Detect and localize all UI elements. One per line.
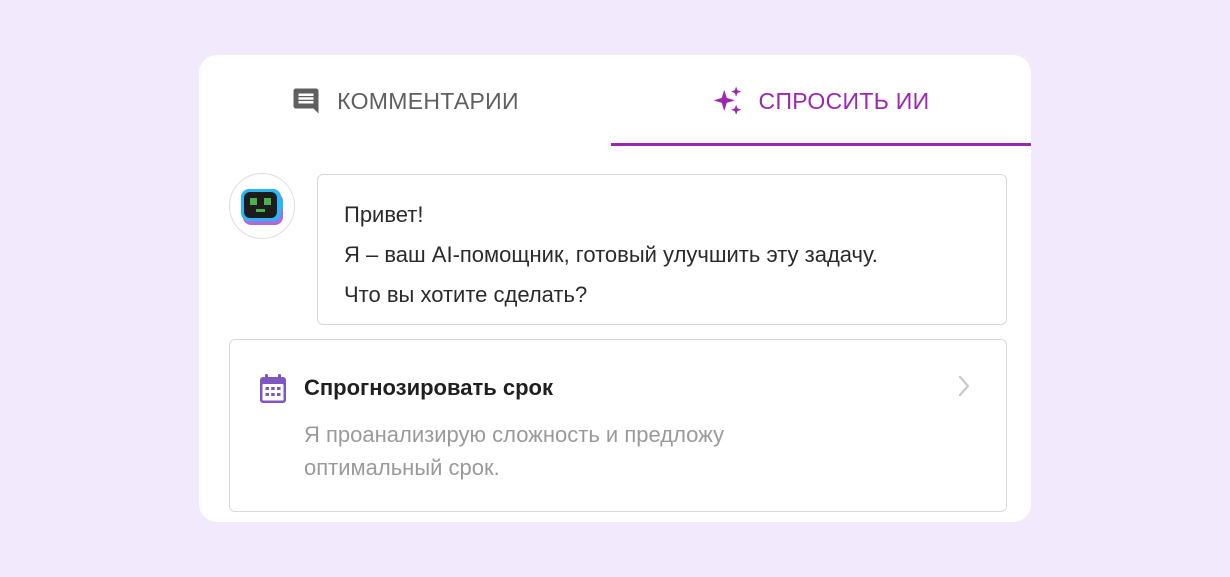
tab-ask-ai-label: СПРОСИТЬ ИИ [758, 87, 930, 114]
chevron-right-icon [958, 375, 970, 397]
robot-icon [241, 189, 283, 225]
suggestion-description: Я проанализирую сложность и предложу опт… [304, 422, 725, 480]
assistant-avatar [229, 173, 295, 239]
ai-assistant-panel: КОММЕНТАРИИ СПРОСИТЬ ИИ Привет! Я – ваш … [199, 55, 1031, 522]
tab-comments-label: КОММЕНТАРИИ [337, 87, 519, 114]
message-line: Что вы хотите сделать? [344, 282, 588, 307]
suggestion-card-forecast-deadline[interactable]: Спрогнозировать срок Я проанализирую сло… [229, 339, 1007, 512]
calendar-icon [260, 374, 286, 403]
comment-icon [293, 88, 319, 114]
assistant-message: Привет! Я – ваш AI-помощник, готовый улу… [317, 174, 1007, 325]
message-line: Я – ваш AI-помощник, готовый улучшить эт… [344, 242, 878, 267]
tab-ask-ai[interactable]: СПРОСИТЬ ИИ [611, 55, 1031, 147]
active-tab-indicator [611, 143, 1031, 146]
message-line: Привет! [344, 202, 424, 227]
suggestion-title: Спрогнозировать срок [304, 375, 553, 400]
tab-comments[interactable]: КОММЕНТАРИИ [199, 55, 611, 147]
tab-bar: КОММЕНТАРИИ СПРОСИТЬ ИИ [199, 55, 1031, 147]
sparkles-icon [713, 86, 741, 115]
